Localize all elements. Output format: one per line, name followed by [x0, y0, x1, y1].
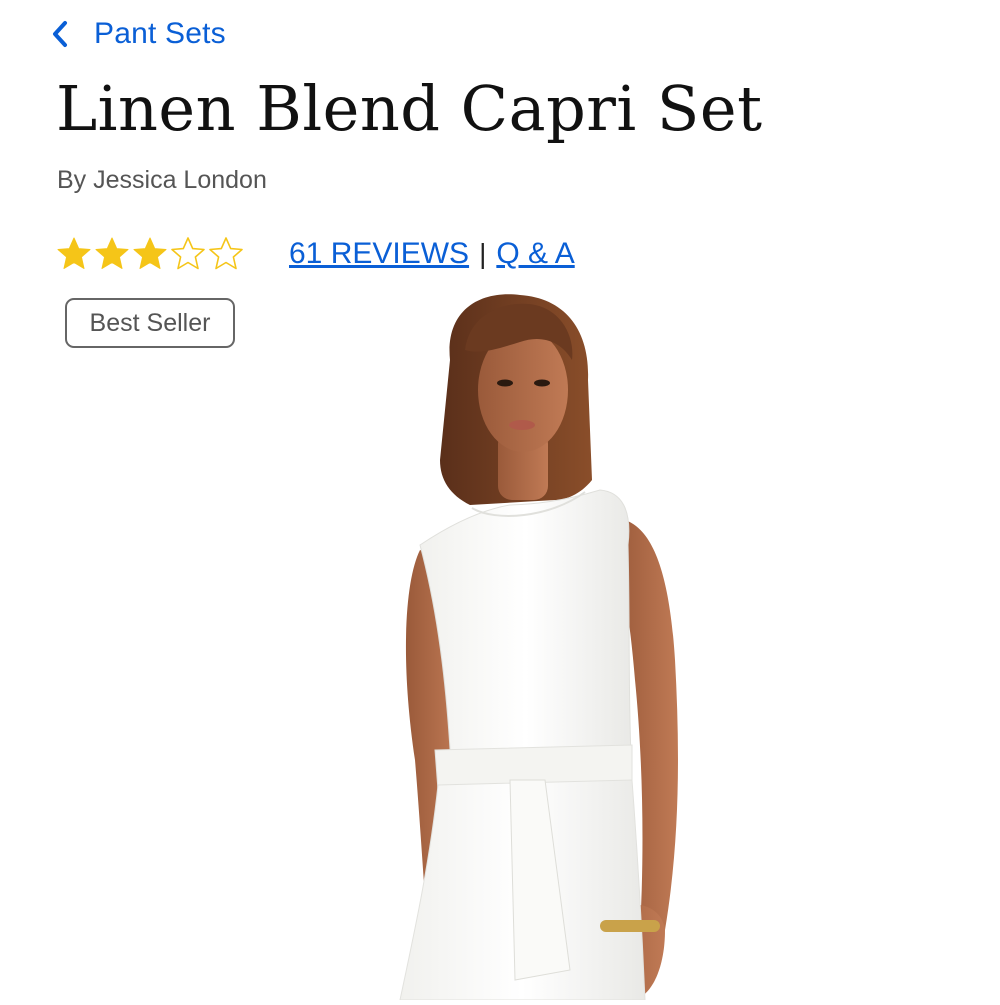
link-separator: | [479, 238, 487, 269]
product-title: Linen Blend Capri Set [56, 72, 763, 145]
reviews-link[interactable]: 61 REVIEWS [289, 237, 469, 271]
back-button[interactable]: Pant Sets [50, 14, 226, 54]
star-rating [56, 236, 244, 272]
star-outline-icon [171, 237, 205, 270]
product-brand: By Jessica London [57, 166, 267, 194]
star-filled-icon [57, 237, 91, 269]
model-photo [399, 294, 678, 1001]
rating-row: 61 REVIEWS | Q & A [56, 236, 575, 272]
review-links: 61 REVIEWS | Q & A [289, 237, 575, 271]
back-label: Pant Sets [94, 17, 226, 50]
qa-link[interactable]: Q & A [496, 237, 574, 271]
star-filled-icon [133, 237, 167, 269]
product-image[interactable] [360, 280, 760, 1001]
star-filled-icon [95, 237, 129, 269]
chevron-left-icon [50, 14, 72, 54]
star-outline-icon [209, 237, 243, 270]
best-seller-badge: Best Seller [65, 298, 235, 348]
